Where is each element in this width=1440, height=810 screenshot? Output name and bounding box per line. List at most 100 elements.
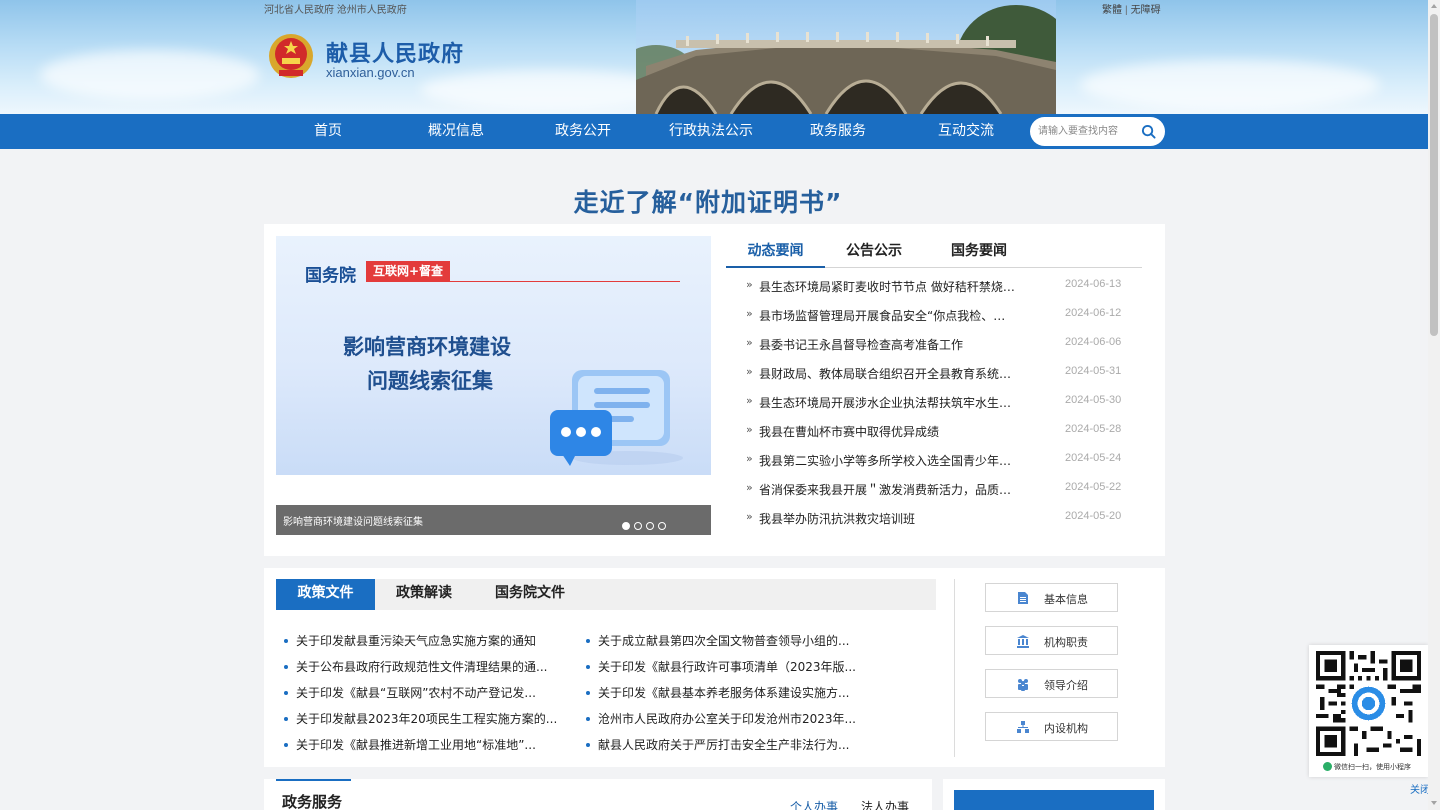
- feature-headline[interactable]: 走近了解“附加证明书”: [0, 183, 1416, 219]
- nav-item-interaction[interactable]: 互动交流: [926, 114, 1006, 149]
- news-item[interactable]: » 县财政局、教体局联合组织召开全县教育系统财务培训会 2024-05-31: [746, 365, 1126, 385]
- news-panel: 国务院 互联网+督查 影响营商环境建设 问题线索征集 影响营商环境建设问题线索征…: [264, 224, 1165, 556]
- news-title[interactable]: 县委书记王永昌督导检查高考准备工作: [759, 336, 1017, 353]
- nav-item-gov-disclosure[interactable]: 政务公开: [543, 114, 623, 149]
- news-date: 2024-06-13: [1065, 278, 1122, 290]
- news-date: 2024-05-24: [1065, 452, 1122, 464]
- policy-title[interactable]: 献县人民政府关于严厉打击安全生产非法行为...: [598, 736, 849, 753]
- tab-state-news[interactable]: 国务要闻: [936, 240, 1022, 268]
- news-item[interactable]: » 县生态环境局紧盯麦收时节节点 做好秸秆禁烧工作 2024-06-13: [746, 278, 1126, 298]
- news-title[interactable]: 县生态环境局开展涉水企业执法帮扶筑牢水生态环境保护防线: [759, 394, 1017, 411]
- news-item[interactable]: » 省消保委来我县开展＂激发消费新活力，品质消费进万家＂活动 2024-05-22: [746, 481, 1126, 501]
- basic-info-button[interactable]: 基本信息: [985, 583, 1118, 612]
- policy-title[interactable]: 关于印发《献县推进新增工业用地“标准地”...: [296, 736, 536, 753]
- policy-item[interactable]: 关于印发《献县基本养老服务体系建设实施方...: [586, 684, 866, 702]
- image-slider[interactable]: 国务院 互联网+督查 影响营商环境建设 问题线索征集 影响营商环境建设问题线索征…: [276, 236, 711, 535]
- separator: |: [1125, 5, 1128, 16]
- accessibility-link[interactable]: 无障碍: [1131, 5, 1161, 16]
- news-item[interactable]: » 我县举办防汛抗洪救灾培训班 2024-05-20: [746, 510, 1126, 530]
- button-label: 领导介绍: [1044, 679, 1088, 692]
- policy-item[interactable]: 献县人民政府关于严厉打击安全生产非法行为...: [586, 736, 866, 754]
- tab-corporate-services[interactable]: 法人办事: [861, 798, 909, 810]
- slide-dot[interactable]: [622, 522, 630, 530]
- news-date: 2024-05-31: [1065, 365, 1122, 377]
- nav-item-home[interactable]: 首页: [290, 114, 366, 149]
- leader-intro-button[interactable]: 领导介绍: [985, 669, 1118, 698]
- tab-state-council-documents[interactable]: 国务院文件: [488, 579, 572, 610]
- language-links: 繁體 | 无障碍: [1102, 1, 1161, 16]
- news-item[interactable]: » 我县第二实验小学等多所学校入选全国青少年校园足球特色学校 2024-05-24: [746, 452, 1126, 472]
- policy-item[interactable]: 关于印发《献县推进新增工业用地“标准地”...: [284, 736, 564, 754]
- search-input[interactable]: [1038, 123, 1138, 140]
- news-title[interactable]: 我县第二实验小学等多所学校入选全国青少年校园足球特色学校: [759, 452, 1017, 469]
- tab-announcements[interactable]: 公告公示: [836, 240, 912, 268]
- news-item[interactable]: » 县委书记王永昌督导检查高考准备工作 2024-06-06: [746, 336, 1126, 356]
- stone-bridge-image: [636, 0, 1056, 114]
- slide-caption[interactable]: 影响营商环境建设问题线索征集: [283, 513, 423, 528]
- site-domain: xianxian.gov.cn: [326, 65, 415, 80]
- bullet: [284, 717, 288, 721]
- policy-title[interactable]: 关于印发献县2023年20项民生工程实施方案的...: [296, 710, 557, 727]
- slide-dot[interactable]: [658, 522, 666, 530]
- slide-dot[interactable]: [646, 522, 654, 530]
- parent-site-links[interactable]: 河北省人民政府 沧州市人民政府: [264, 1, 407, 16]
- tab-policy-documents[interactable]: 政策文件: [276, 579, 375, 610]
- scroll-thumb[interactable]: [1430, 14, 1438, 336]
- policy-title[interactable]: 关于印发《献县“互联网”农村不动产登记发...: [296, 684, 536, 701]
- institution-duties-button[interactable]: 机构职责: [985, 626, 1118, 655]
- policy-title[interactable]: 关于印发《献县行政许可事项清单（2023年版...: [598, 658, 856, 675]
- policy-item[interactable]: 关于印发《献县行政许可事项清单（2023年版...: [586, 658, 866, 676]
- policy-title[interactable]: 关于成立献县第四次全国文物普查领导小组的...: [598, 632, 849, 649]
- slide-dot[interactable]: [634, 522, 642, 530]
- news-title[interactable]: 我县举办防汛抗洪救灾培训班: [759, 510, 1017, 527]
- scroll-down-arrow-icon[interactable]: [1431, 801, 1437, 805]
- bullet: [284, 665, 288, 669]
- news-title[interactable]: 我县在曹灿杯市赛中取得优异成绩: [759, 423, 1017, 440]
- qr-close-button[interactable]: 关闭: [1410, 781, 1430, 796]
- news-date: 2024-05-22: [1065, 481, 1122, 493]
- policy-item[interactable]: 关于成立献县第四次全国文物普查领导小组的...: [586, 632, 866, 650]
- slide-tag-text: 互联网+督查: [366, 261, 451, 281]
- cloud-decoration: [1080, 60, 1380, 110]
- policy-title[interactable]: 关于印发《献县基本养老服务体系建设实施方...: [598, 684, 849, 701]
- tab-personal-services[interactable]: 个人办事: [790, 798, 838, 810]
- policy-item[interactable]: 关于公布县政府行政规范性文件清理结果的通...: [284, 658, 564, 676]
- slide-headline-1: 影响营商环境建设: [343, 335, 511, 359]
- side-banner[interactable]: [954, 790, 1154, 810]
- news-item[interactable]: » 县生态环境局开展涉水企业执法帮扶筑牢水生态环境保护防线 2024-05-30: [746, 394, 1126, 414]
- site-title[interactable]: 献县人民政府: [326, 36, 464, 68]
- policy-item[interactable]: 沧州市人民政府办公室关于印发沧州市2023年...: [586, 710, 866, 728]
- policy-item[interactable]: 关于印发献县重污染天气应急实施方案的通知: [284, 632, 564, 650]
- policy-item[interactable]: 关于印发《献县“互联网”农村不动产登记发...: [284, 684, 564, 702]
- news-item[interactable]: » 我县在曹灿杯市赛中取得优异成绩 2024-05-28: [746, 423, 1126, 443]
- button-label: 基本信息: [1044, 593, 1088, 606]
- nav-item-gov-services[interactable]: 政务服务: [798, 114, 878, 149]
- nav-item-overview[interactable]: 概况信息: [416, 114, 496, 149]
- section-accent-bar: [276, 779, 351, 781]
- page-scrollbar[interactable]: [1428, 0, 1440, 810]
- tab-dynamic-news[interactable]: 动态要闻: [726, 240, 825, 268]
- scroll-up-arrow-icon[interactable]: [1431, 4, 1437, 8]
- building-icon: [1017, 635, 1029, 648]
- slide-divider: [366, 281, 680, 282]
- national-emblem-icon[interactable]: [268, 32, 314, 80]
- news-title[interactable]: 县财政局、教体局联合组织召开全县教育系统财务培训会: [759, 365, 1017, 382]
- news-title[interactable]: 县市场监督管理局开展食品安全“你点我检、服务惠民生”活动: [759, 307, 1017, 324]
- news-title[interactable]: 县生态环境局紧盯麦收时节节点 做好秸秆禁烧工作: [759, 278, 1017, 295]
- slide-image[interactable]: 国务院 互联网+督查 影响营商环境建设 问题线索征集: [276, 236, 711, 475]
- bullet: »: [746, 394, 753, 407]
- policy-title[interactable]: 关于公布县政府行政规范性文件清理结果的通...: [296, 658, 547, 675]
- news-title[interactable]: 省消保委来我县开展＂激发消费新活力，品质消费进万家＂活动: [759, 481, 1017, 498]
- bullet: »: [746, 365, 753, 378]
- news-item[interactable]: » 县市场监督管理局开展食品安全“你点我检、服务惠民生”活动 2024-06-12: [746, 307, 1126, 327]
- nav-item-law-enforcement[interactable]: 行政执法公示: [665, 114, 757, 149]
- wechat-icon: [1323, 762, 1332, 771]
- policy-title[interactable]: 沧州市人民政府办公室关于印发沧州市2023年...: [598, 710, 856, 727]
- bullet: »: [746, 481, 753, 494]
- traditional-chinese-link[interactable]: 繁體: [1102, 5, 1122, 16]
- policy-item[interactable]: 关于印发献县2023年20项民生工程实施方案的...: [284, 710, 564, 728]
- internal-org-button[interactable]: 内设机构: [985, 712, 1118, 741]
- tab-policy-interpretation[interactable]: 政策解读: [387, 579, 461, 610]
- policy-title[interactable]: 关于印发献县重污染天气应急实施方案的通知: [296, 632, 536, 649]
- search-icon[interactable]: [1141, 124, 1156, 139]
